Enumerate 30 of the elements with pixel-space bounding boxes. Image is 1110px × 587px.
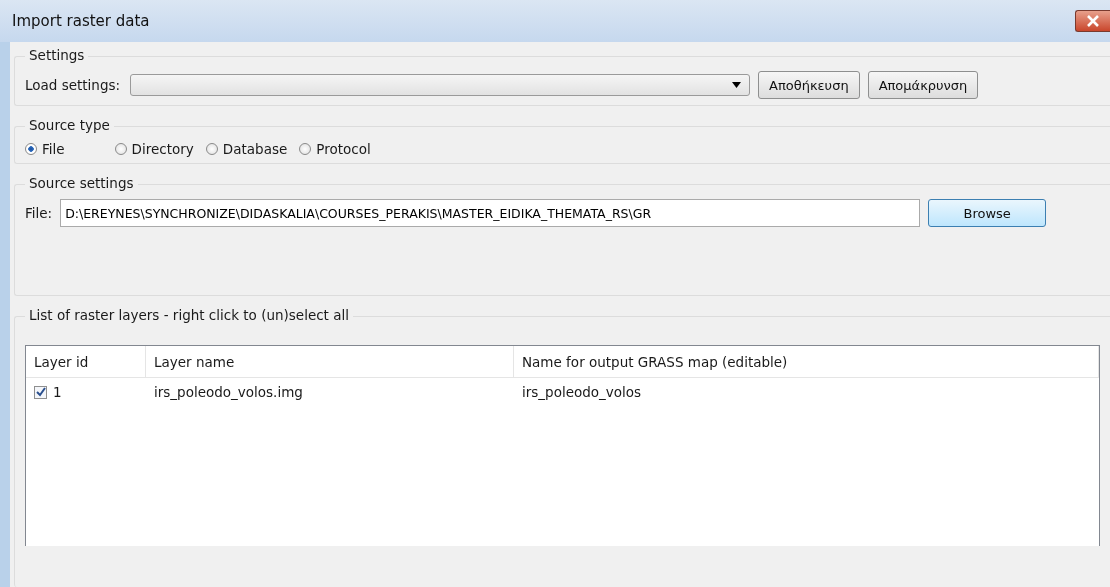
browse-button[interactable]: Browse [928, 199, 1047, 227]
action-button[interactable]: Αποθήκευση [758, 71, 860, 99]
group-title: List of raster layers - right click to (un)select all [25, 307, 353, 323]
table-cell: irs_poleodo_volos [522, 384, 642, 400]
radio-label: Directory [131, 141, 194, 157]
window-title: Import raster data [12, 12, 150, 30]
radio-button[interactable] [205, 143, 218, 155]
group-title: Source type [25, 117, 114, 133]
settings-dropdown[interactable] [130, 74, 751, 96]
action-button[interactable]: Απομάκρυνση [867, 71, 979, 99]
radio-button[interactable] [25, 143, 37, 155]
radio-button[interactable] [114, 143, 127, 155]
column-header[interactable]: Layer id [26, 346, 146, 378]
checkbox[interactable] [34, 385, 47, 399]
dropdown-arrow-icon [732, 82, 742, 88]
radio-label: Database [222, 141, 288, 157]
column-header[interactable]: Name for output GRASS map (editable) [514, 346, 1099, 378]
field-label: File: [25, 205, 53, 221]
close-icon [1087, 15, 1099, 27]
field-label: Load settings: [25, 77, 121, 93]
radio-label: File [42, 141, 65, 157]
table-cell: irs_poleodo_volos.img [154, 384, 303, 400]
group-title: Source settings [25, 175, 138, 191]
radio-label: Protocol [316, 141, 371, 157]
file-path-field[interactable]: D:\EREYNES\SYNCHRONIZE\DIDASKALIA\COURSES_PERAKIS\MASTER_EIDIKA_THEMATA_RS\GR [60, 199, 921, 227]
column-header[interactable]: Layer name [146, 346, 514, 378]
group-title: Settings [25, 47, 89, 63]
radio-button[interactable] [299, 143, 312, 155]
table-cell: 1 [53, 384, 62, 400]
close-button[interactable] [1075, 10, 1110, 32]
